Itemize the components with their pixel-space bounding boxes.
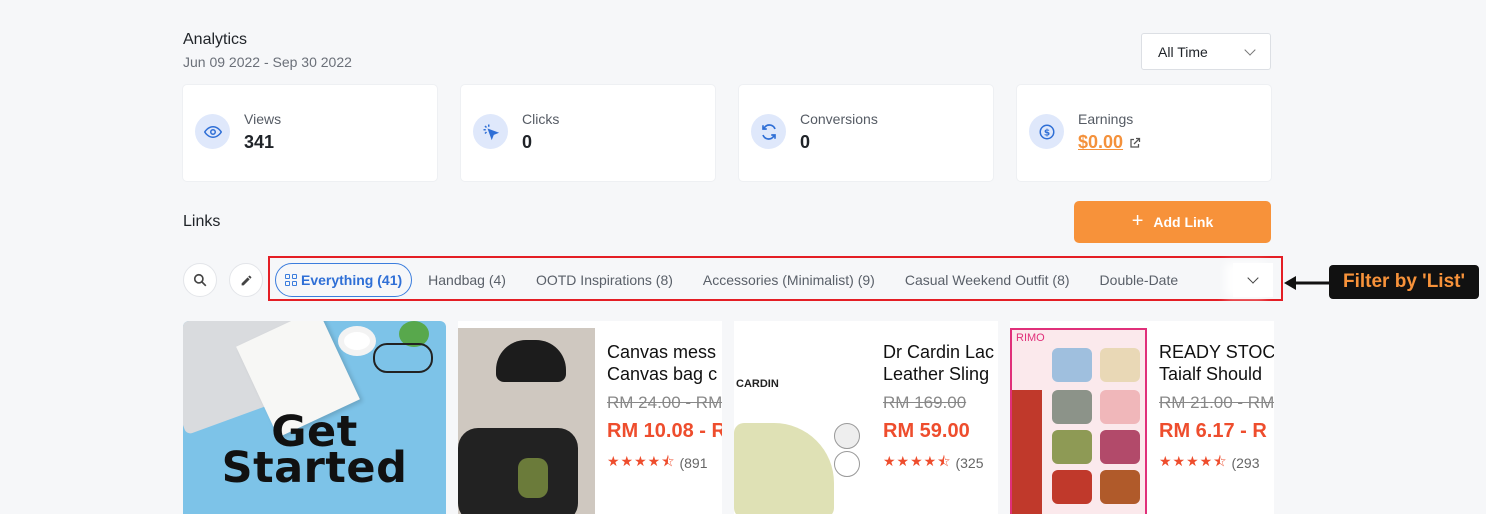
dollar-icon: $: [1029, 114, 1064, 149]
chevron-down-icon: [1247, 272, 1259, 284]
cursor-click-icon: [473, 114, 508, 149]
time-filter-select[interactable]: All Time: [1141, 33, 1271, 70]
product-card[interactable]: Canvas mess Canvas bag c RM 24.00 - RM R…: [458, 321, 722, 514]
stat-value: 0: [800, 132, 811, 152]
eye-icon: [195, 114, 230, 149]
stat-label: Earnings: [1078, 111, 1134, 127]
earnings-link[interactable]: $0.00: [1078, 132, 1141, 153]
star-rating-icon: ★★★★⯪: [1159, 453, 1228, 469]
pencil-icon: [241, 275, 251, 285]
product-image: [458, 328, 595, 514]
stat-card-clicks: Clicks 0: [461, 85, 715, 181]
product-name: READY STOCI: [1159, 342, 1274, 362]
product-price: RM 59.00: [883, 420, 970, 442]
get-started-card[interactable]: Get Started: [183, 321, 446, 514]
link-cards: Get Started Canvas mess Canvas bag c RM …: [183, 321, 1274, 514]
search-button[interactable]: [183, 263, 217, 297]
product-rating: ★★★★⯪ (891: [607, 451, 722, 475]
get-started-text: Get Started: [221, 407, 408, 493]
add-link-button[interactable]: + Add Link: [1074, 201, 1271, 243]
star-rating-icon: ★★★★⯪: [607, 453, 676, 469]
filter-tabs: Everything (41) Handbag (4) OOTD Inspira…: [275, 263, 1231, 297]
star-rating-icon: ★★★★⯪: [883, 453, 952, 469]
stat-card-conversions: Conversions 0: [739, 85, 993, 181]
product-rating: ★★★★⯪ (325: [883, 451, 998, 475]
links-title: Links: [183, 213, 221, 230]
product-card[interactable]: RIMO READY STOCI Taialf Should RM 21.00 …: [1010, 321, 1274, 514]
coffee-cup-image: [338, 326, 376, 356]
stat-card-views: Views 341: [183, 85, 437, 181]
grid-icon: [285, 274, 297, 286]
stat-value: 0: [522, 132, 533, 152]
product-name: Canvas bag c: [607, 364, 718, 384]
product-old-price: RM 169.00: [883, 393, 967, 412]
stat-label: Conversions: [800, 111, 878, 127]
analytics-title: Analytics: [183, 31, 248, 48]
review-count: (325: [955, 455, 984, 471]
add-link-label: Add Link: [1153, 214, 1214, 230]
time-filter-value: All Time: [1158, 43, 1208, 60]
edit-button[interactable]: [229, 263, 263, 297]
tab-accessories[interactable]: Accessories (Minimalist) (9): [688, 263, 890, 297]
product-name: Taialf Should: [1159, 364, 1263, 384]
brand-logo: RIMO: [1016, 332, 1045, 344]
svg-text:$: $: [1043, 128, 1049, 138]
product-price: RM 10.08 - R: [607, 420, 722, 442]
product-name: Canvas mess: [607, 342, 717, 362]
glasses-image: [373, 343, 433, 373]
product-image: RIMO: [1010, 328, 1147, 514]
stat-value: $0.00: [1078, 132, 1124, 152]
tab-casual-weekend[interactable]: Casual Weekend Outfit (8): [890, 263, 1085, 297]
tab-label: Everything (41): [301, 272, 403, 288]
tab-handbag[interactable]: Handbag (4): [413, 263, 521, 297]
refresh-icon: [751, 114, 786, 149]
stat-label: Views: [244, 111, 282, 127]
stats-row: Views 341 Clicks 0 Conversions 0 $ Earni…: [183, 85, 1271, 181]
product-price: RM 6.17 - R: [1159, 420, 1267, 442]
product-name: Dr Cardin Lac: [883, 342, 995, 362]
product-name: Leather Sling: [883, 364, 990, 384]
review-count: (293: [1231, 455, 1260, 471]
external-link-icon: [1130, 137, 1141, 148]
product-old-price: RM 21.00 - RM: [1159, 393, 1274, 412]
tab-ootd-inspirations[interactable]: OOTD Inspirations (8): [521, 263, 688, 297]
plus-icon: +: [1131, 209, 1144, 232]
tab-double-date[interactable]: Double-Date: [1085, 263, 1194, 297]
review-count: (891: [679, 455, 708, 471]
annotation-arrow-icon: [1284, 276, 1330, 290]
product-old-price: RM 24.00 - RM: [607, 393, 722, 412]
product-card[interactable]: CARDIN Dr Cardin Lac Leather Sling RM 16…: [734, 321, 998, 514]
annotation-label: Filter by 'List': [1329, 265, 1479, 299]
chevron-down-icon: [1244, 43, 1256, 56]
stat-label: Clicks: [522, 111, 560, 127]
search-icon: [193, 273, 207, 287]
stat-card-earnings: $ Earnings $0.00: [1017, 85, 1271, 181]
tabs-more-button[interactable]: [1233, 263, 1273, 297]
product-rating: ★★★★⯪ (293: [1159, 451, 1274, 475]
stat-value: 341: [244, 132, 275, 152]
tab-everything[interactable]: Everything (41): [275, 263, 413, 297]
analytics-date-range: Jun 09 2022 - Sep 30 2022: [183, 54, 352, 70]
brand-logo: CARDIN: [736, 378, 779, 390]
analytics-header: Analytics Jun 09 2022 - Sep 30 2022: [183, 31, 352, 70]
product-image: CARDIN: [734, 328, 871, 514]
